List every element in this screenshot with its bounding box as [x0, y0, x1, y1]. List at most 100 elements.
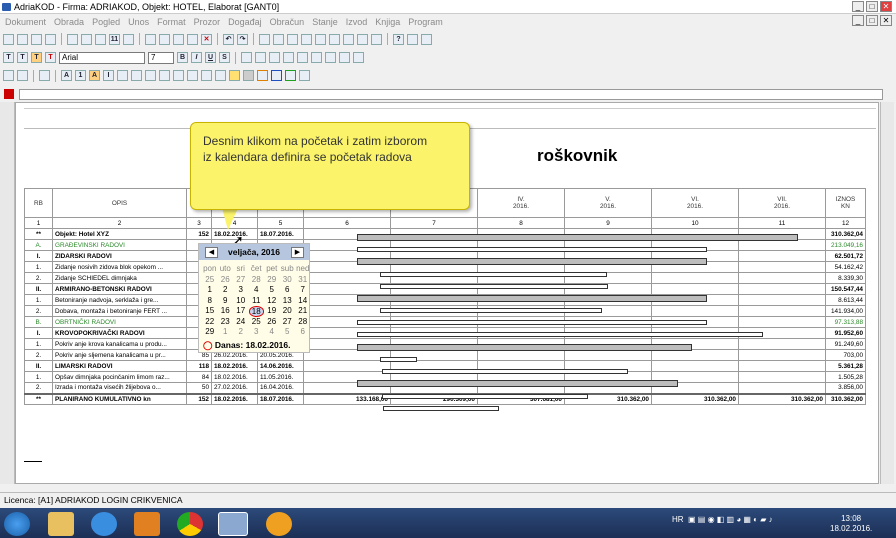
gantt-bar[interactable]	[357, 234, 798, 241]
numbered-list-icon[interactable]: 1	[75, 70, 86, 81]
cut-icon[interactable]	[145, 33, 156, 45]
language-indicator[interactable]: HR	[672, 515, 684, 524]
font-size-select[interactable]: 7	[148, 51, 174, 64]
calendar-day[interactable]: 15	[202, 306, 218, 317]
scissors-red-icon[interactable]	[407, 33, 418, 45]
undo-icon[interactable]: ↶	[223, 33, 234, 45]
gantt-bar[interactable]	[380, 308, 602, 313]
help-icon[interactable]: ?	[393, 33, 404, 45]
calendar-day[interactable]: 24	[233, 317, 249, 328]
gantt-bar[interactable]	[357, 295, 707, 302]
calendar-day[interactable]: 25	[202, 275, 218, 286]
calendar-day[interactable]: 26	[264, 317, 280, 328]
box2-icon[interactable]	[159, 70, 170, 81]
calendar-day[interactable]: 29	[264, 275, 280, 286]
camera-icon[interactable]	[315, 33, 326, 45]
new-document-icon[interactable]	[3, 33, 14, 45]
calendar-day[interactable]: 9	[218, 296, 234, 307]
text-t2-icon[interactable]: T	[17, 52, 28, 63]
minimize-button[interactable]: _	[852, 1, 864, 12]
calendar-day[interactable]: 7	[295, 285, 311, 296]
border-gray-icon[interactable]	[299, 70, 310, 81]
menu-item-izvod[interactable]: Izvod	[346, 14, 368, 30]
form-icon[interactable]	[17, 70, 28, 81]
calendar-day[interactable]: 30	[280, 275, 296, 286]
ie-taskbar-icon[interactable]	[91, 512, 117, 536]
exit-icon[interactable]	[421, 33, 432, 45]
menu-item-dogadaj[interactable]: Događaj	[228, 14, 262, 30]
border-orange-icon[interactable]	[257, 70, 268, 81]
calendar-day[interactable]: 28	[295, 317, 311, 328]
valign-middle-icon[interactable]	[311, 52, 322, 63]
calendar-day[interactable]: 27	[280, 317, 296, 328]
menu-item-format[interactable]: Format	[157, 14, 186, 30]
check-icon[interactable]	[371, 33, 382, 45]
calendar-day[interactable]: 8	[202, 296, 218, 307]
fill-yellow-icon[interactable]	[229, 70, 240, 81]
align-right-icon[interactable]	[269, 52, 280, 63]
vertical-scrollbar[interactable]	[880, 102, 894, 484]
menu-item-obrada[interactable]: Obrada	[54, 14, 84, 30]
maximize-button[interactable]: □	[866, 1, 878, 12]
stamp-icon[interactable]	[357, 33, 368, 45]
print-preview-icon[interactable]	[67, 33, 78, 45]
eraser-icon[interactable]	[353, 52, 364, 63]
calendar-day[interactable]: 2	[218, 285, 234, 296]
brush-icon[interactable]	[339, 52, 350, 63]
date-picker[interactable]: veljača, 2016 ◀ ▶ pon uto sri čet pet sub ned 2…	[198, 243, 310, 353]
app-taskbar-icon[interactable]	[266, 512, 292, 536]
calendar-day[interactable]: 27	[233, 275, 249, 286]
border-green-icon[interactable]	[285, 70, 296, 81]
image-icon[interactable]	[287, 33, 298, 45]
calendar-day[interactable]: 17	[233, 306, 249, 317]
gantt-bar[interactable]	[357, 258, 707, 265]
redo-icon[interactable]: ↷	[237, 33, 248, 45]
calendar-day[interactable]: 6	[295, 327, 311, 338]
gantt-bar[interactable]	[357, 332, 763, 337]
gantt-bar[interactable]	[380, 272, 607, 277]
calendar-today-label[interactable]: ◯ Danas: 18.02.2016.	[203, 340, 291, 351]
columns-icon[interactable]	[123, 33, 134, 45]
adriakod-taskbar-icon[interactable]	[218, 512, 248, 536]
calendar-day[interactable]: 31	[295, 275, 311, 286]
calendar-day[interactable]: 1	[218, 327, 234, 338]
calendar-day[interactable]: 29	[202, 327, 218, 338]
calendar-day[interactable]: 5	[280, 327, 296, 338]
valign-bottom-icon[interactable]	[325, 52, 336, 63]
indent-icon[interactable]	[117, 70, 128, 81]
align-center-icon[interactable]	[255, 52, 266, 63]
open-folder-icon[interactable]	[17, 33, 28, 45]
bold-button[interactable]: B	[177, 52, 188, 63]
gantt-bar[interactable]	[357, 380, 678, 387]
car-icon[interactable]	[301, 33, 312, 45]
menu-item-prozor[interactable]: Prozor	[194, 14, 221, 30]
text-color-icon[interactable]: T	[45, 52, 56, 63]
gantt-bar[interactable]	[382, 369, 628, 374]
text-t-icon[interactable]: T	[3, 52, 14, 63]
calendar-day[interactable]: 14	[295, 296, 311, 307]
calendar-day[interactable]: 1	[202, 285, 218, 296]
menu-item-obracun[interactable]: Obračun	[270, 14, 305, 30]
next-month-button[interactable]: ▶	[291, 247, 304, 258]
menu-item-pogled[interactable]: Pogled	[92, 14, 120, 30]
calendar-day[interactable]: 2	[233, 327, 249, 338]
delete-icon[interactable]: ✕	[201, 33, 212, 45]
calendar-day[interactable]: 23	[218, 317, 234, 328]
align-left-icon[interactable]	[241, 52, 252, 63]
box4-icon[interactable]	[187, 70, 198, 81]
box3-icon[interactable]	[173, 70, 184, 81]
explorer-taskbar-icon[interactable]	[48, 512, 74, 536]
lines-icon[interactable]	[39, 70, 50, 81]
media-taskbar-icon[interactable]	[134, 512, 160, 536]
keyboard-icon[interactable]	[3, 70, 14, 81]
letter-a-icon[interactable]: A	[61, 70, 72, 81]
fill-white-icon[interactable]	[215, 70, 226, 81]
table-grid-icon[interactable]	[201, 70, 212, 81]
copy-icon[interactable]	[159, 33, 170, 45]
menu-item-program[interactable]: Program	[408, 14, 443, 30]
gantt-bar[interactable]	[383, 406, 499, 411]
calendar-day[interactable]: 28	[249, 275, 265, 286]
menu-item-unos[interactable]: Unos	[128, 14, 149, 30]
calendar-day[interactable]: 19	[264, 306, 280, 317]
align-justify-icon[interactable]	[283, 52, 294, 63]
